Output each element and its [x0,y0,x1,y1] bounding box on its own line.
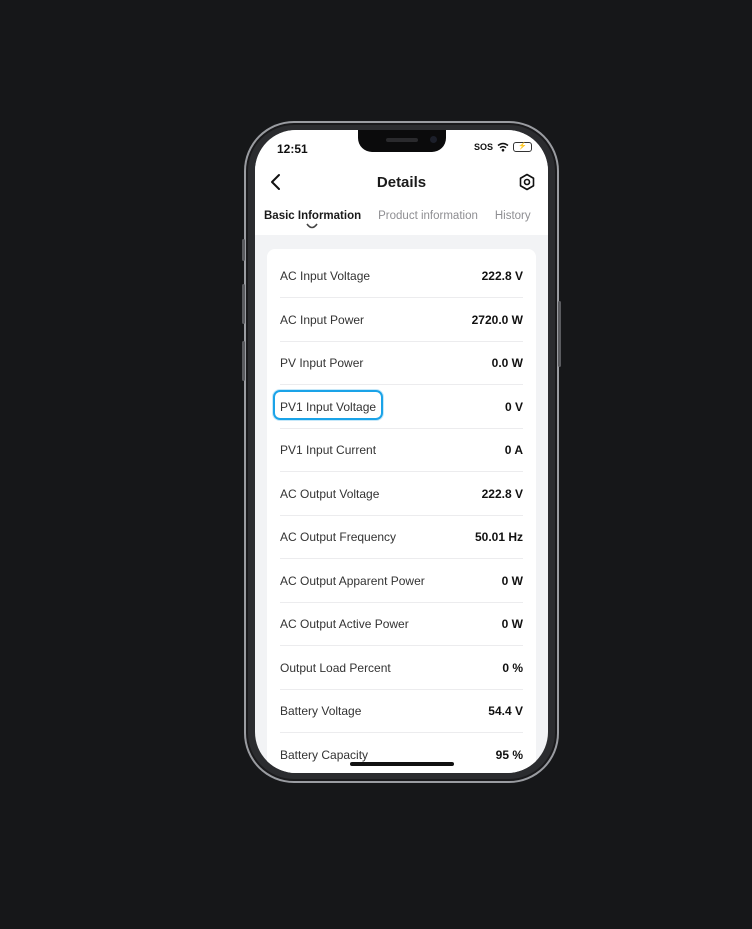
detail-row-ac-input-power: AC Input Power 2720.0 W [280,298,523,342]
detail-row-ac-output-active-power: AC Output Active Power 0 W [280,602,523,646]
row-value: 54.4 V [488,703,523,718]
row-label: AC Output Frequency [280,529,397,544]
speaker-grille [386,138,418,142]
tab-history[interactable]: History [495,210,531,222]
mute-switch [242,239,245,261]
row-value: 2720.0 W [471,312,523,327]
selection-highlight [273,390,383,420]
row-label: PV1 Input Current [280,442,377,457]
front-camera [430,136,437,143]
row-label: AC Input Power [280,312,365,327]
row-label: Battery Voltage [280,703,362,718]
row-label: Battery Capacity [280,747,369,762]
detail-row-battery-voltage: Battery Voltage 54.4 V [280,689,523,733]
row-label: AC Input Voltage [280,268,371,283]
detail-row-output-load-percent: Output Load Percent 0 % [280,646,523,690]
wifi-icon [497,142,509,152]
row-value: 0 A [504,442,523,457]
row-value: 0 W [501,573,523,588]
row-value: 0 W [501,616,523,631]
detail-row-ac-input-voltage: AC Input Voltage 222.8 V [280,254,523,298]
detail-row-pv1-input-current: PV1 Input Current 0 A [280,428,523,472]
power-button [558,301,561,367]
detail-row-ac-output-frequency: AC Output Frequency 50.01 Hz [280,515,523,559]
settings-icon[interactable] [518,173,536,191]
status-icons: SOS ⚡ [474,142,532,152]
row-value: 0 V [504,399,523,414]
row-label: AC Output Voltage [280,486,380,501]
notch [358,130,446,152]
row-label: AC Output Active Power [280,616,409,631]
tab-bar: Basic Information Product information Hi… [264,210,531,222]
row-label: Output Load Percent [280,660,391,675]
row-value: 95 % [495,747,523,762]
phone-frame: 12:51 SOS ⚡ Details Basic Information Pr… [242,121,561,783]
home-indicator[interactable] [350,762,454,766]
row-value: 0 % [502,660,523,675]
detail-row-ac-output-apparent-power: AC Output Apparent Power 0 W [280,559,523,603]
tab-basic-information[interactable]: Basic Information [264,210,361,222]
battery-icon: ⚡ [513,142,532,152]
row-value: 0.0 W [491,355,523,370]
details-card: AC Input Voltage 222.8 V AC Input Power … [267,249,536,773]
volume-up-button [242,284,245,324]
row-value: 222.8 V [481,268,523,283]
partial-scroll-icon [306,223,318,229]
detail-row-battery-capacity: Battery Capacity 95 % [280,733,523,773]
detail-row-ac-output-voltage: AC Output Voltage 222.8 V [280,472,523,516]
detail-row-pv-input-power: PV Input Power 0.0 W [280,341,523,385]
status-time: 12:51 [277,142,308,156]
row-label: PV Input Power [280,355,364,370]
sos-indicator: SOS [473,142,493,152]
volume-down-button [242,341,245,381]
app-screen: 12:51 SOS ⚡ Details Basic Information Pr… [255,130,548,773]
page-title: Details [376,174,427,191]
row-value: 222.8 V [481,486,523,501]
row-value: 50.01 Hz [474,529,523,544]
tab-product-information[interactable]: Product information [378,210,478,222]
charging-bolt: ⚡ [518,143,527,150]
row-label: AC Output Apparent Power [280,573,425,588]
